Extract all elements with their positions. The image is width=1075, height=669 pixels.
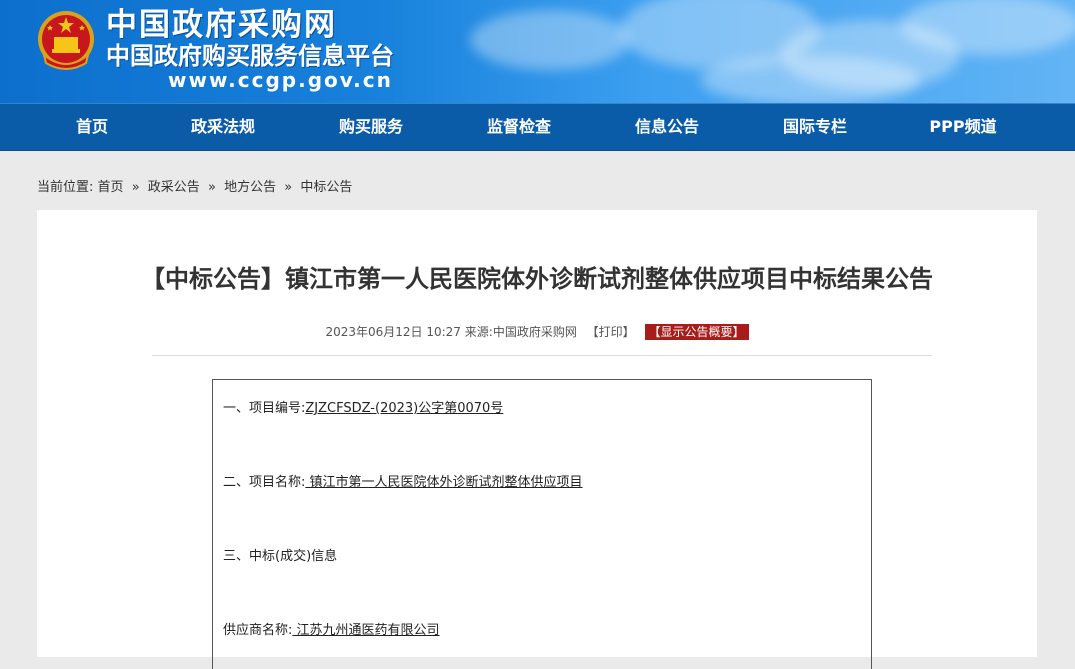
project-number-line: 一、项目编号:ZJZCFSDZ-(2023)公字第0070号 <box>223 399 503 419</box>
article-meta: 2023年06月12日 10:27 来源:中国政府采购网 【打印】 【显示公告概… <box>37 323 1037 341</box>
nav-item-regulations[interactable]: 政采法规 <box>180 104 266 150</box>
breadcrumb-separator: » <box>207 180 216 195</box>
source-label: 来源: <box>464 325 493 339</box>
supplier-name-value: 江苏九州通医药有限公司 <box>292 623 440 638</box>
divider <box>152 355 932 356</box>
show-summary-button[interactable]: 【显示公告概要】 <box>644 324 749 340</box>
supplier-name-line: 供应商名称: 江苏九州通医药有限公司 <box>223 621 440 641</box>
banner-cloud <box>700 55 920 103</box>
breadcrumb-prefix: 当前位置: <box>37 180 94 195</box>
breadcrumb: 当前位置: 首页 » 政采公告 » 地方公告 » 中标公告 <box>37 178 352 198</box>
award-info-heading: 三、中标(成交)信息 <box>223 549 338 564</box>
national-emblem-icon[interactable] <box>36 9 96 73</box>
project-name-line: 二、项目名称: 镇江市第一人民医院体外诊断试剂整体供应项目 <box>223 473 583 493</box>
source-name: 中国政府采购网 <box>492 325 577 339</box>
nav-item-purchase-services[interactable]: 购买服务 <box>326 104 416 150</box>
page-title: 【中标公告】镇江市第一人民医院体外诊断试剂整体供应项目中标结果公告 <box>141 265 933 293</box>
project-number-label: 一、项目编号: <box>223 401 306 416</box>
breadcrumb-home[interactable]: 首页 <box>98 180 124 195</box>
breadcrumb-award-announcements[interactable]: 中标公告 <box>300 180 352 195</box>
print-button[interactable]: 【打印】 <box>587 325 635 339</box>
nav-item-ppp[interactable]: PPP频道 <box>914 104 1012 150</box>
project-name-label: 二、项目名称: <box>223 475 306 490</box>
nav-item-announcements[interactable]: 信息公告 <box>622 104 712 150</box>
main-nav: 首页 政采法规 购买服务 监督检查 信息公告 国际专栏 PPP频道 <box>0 103 1075 151</box>
site-subtitle[interactable]: 中国政府购买服务信息平台 <box>106 42 394 70</box>
site-banner: 中国政府采购网 中国政府购买服务信息平台 www.ccgp.gov.cn <box>0 0 1075 103</box>
project-name-value: 镇江市第一人民医院体外诊断试剂整体供应项目 <box>305 475 583 490</box>
breadcrumb-procurement-announcements[interactable]: 政采公告 <box>148 180 200 195</box>
site-title[interactable]: 中国政府采购网 <box>106 8 337 42</box>
publish-datetime: 2023年06月12日 10:27 <box>325 325 461 339</box>
site-url[interactable]: www.ccgp.gov.cn <box>168 68 393 92</box>
article-container: 【中标公告】镇江市第一人民医院体外诊断试剂整体供应项目中标结果公告 2023年0… <box>37 210 1037 669</box>
nav-item-home[interactable]: 首页 <box>52 104 132 150</box>
project-number-value: ZJZCFSDZ-(2023)公字第0070号 <box>305 401 504 416</box>
announcement-body: 一、项目编号:ZJZCFSDZ-(2023)公字第0070号 二、项目名称: 镇… <box>212 379 872 669</box>
nav-item-international[interactable]: 国际专栏 <box>770 104 860 150</box>
breadcrumb-separator: » <box>284 180 293 195</box>
nav-item-supervision[interactable]: 监督检查 <box>474 104 564 150</box>
supplier-name-label: 供应商名称: <box>223 623 293 638</box>
breadcrumb-local-announcements[interactable]: 地方公告 <box>224 180 276 195</box>
banner-cloud <box>470 10 630 70</box>
breadcrumb-separator: » <box>131 180 140 195</box>
